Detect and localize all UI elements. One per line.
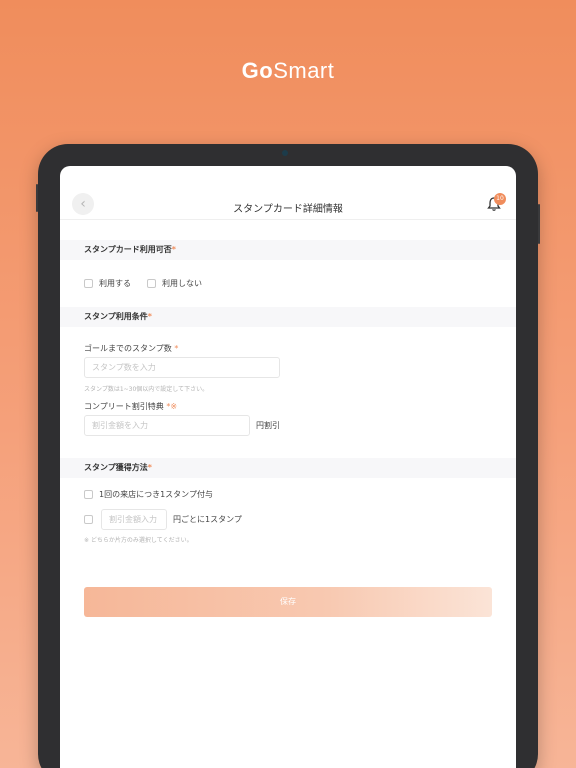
goal-stamp-label: ゴールまでのスタンプ数 * [84, 343, 516, 354]
tablet-volume-button [36, 184, 38, 212]
save-button[interactable]: 保存 [84, 587, 492, 617]
usage-conditions-body: ゴールまでのスタンプ数 * スタンプ数を入力 スタンプ数は1~30個以内で設定し… [60, 327, 516, 436]
gosmart-logo: GoSmart [0, 58, 576, 84]
required-mark: * [174, 344, 179, 353]
checkbox[interactable] [84, 490, 93, 499]
tablet-frame: ‹ スタンプカード詳細情報 10 スタンプカード利用可否* 利用する 利用しない [36, 144, 540, 768]
page-title: スタンプカード詳細情報 [233, 204, 343, 215]
app-screen: ‹ スタンプカード詳細情報 10 スタンプカード利用可否* 利用する 利用しない [60, 166, 516, 768]
option-label: 利用しない [162, 279, 202, 288]
section-heading: スタンプカード利用可否 [84, 245, 172, 254]
complete-discount-label: コンプリート割引特典 *※ [84, 401, 516, 412]
required-mark: *※ [166, 402, 178, 411]
goal-stamp-input[interactable]: スタンプ数を入力 [84, 357, 280, 378]
usage-options: 利用する 利用しない [60, 260, 516, 307]
goal-stamp-label-text: ゴールまでのスタンプ数 [84, 344, 172, 353]
option-not-use[interactable]: 利用しない [147, 278, 202, 289]
section-heading: スタンプ獲得方法 [84, 463, 148, 472]
required-mark: * [147, 463, 152, 472]
required-mark: * [171, 245, 176, 254]
option-per-amount[interactable]: 割引金額入力 円ごとに1スタンプ [84, 509, 516, 530]
acquisition-hint: ※ どちらか片方のみ選択してください。 [84, 537, 193, 544]
app-header: ‹ スタンプカード詳細情報 10 [60, 166, 516, 220]
complete-discount-label-text: コンプリート割引特典 [84, 402, 164, 411]
option-label: 1回の来店につき1スタンプ付与 [99, 490, 213, 499]
stamp-acquisition-body: 1回の来店につき1スタンプ付与 割引金額入力 円ごとに1スタンプ ※ どちらか片… [60, 478, 516, 544]
notification-badge: 10 [494, 193, 506, 205]
tablet-power-button [538, 204, 540, 244]
option-label: 利用する [99, 279, 131, 288]
section-heading: スタンプ利用条件 [84, 312, 148, 321]
goal-stamp-hint: スタンプ数は1~30個以内で設定して下さい。 [84, 386, 209, 393]
checkbox[interactable] [147, 279, 156, 288]
section-usage-availability: スタンプカード利用可否* [60, 240, 516, 260]
section-usage-conditions: スタンプ利用条件* [60, 307, 516, 327]
discount-unit: 円割引 [256, 421, 280, 430]
logo-go: Go [241, 58, 274, 83]
section-stamp-acquisition: スタンプ獲得方法* [60, 458, 516, 478]
checkbox[interactable] [84, 515, 93, 524]
discount-amount-input[interactable]: 割引金額を入力 [84, 415, 250, 436]
checkbox[interactable] [84, 279, 93, 288]
logo-smart: Smart [273, 58, 335, 83]
option-per-visit[interactable]: 1回の来店につき1スタンプ付与 [84, 489, 516, 500]
camera-icon [282, 150, 288, 156]
amount-per-stamp-unit: 円ごとに1スタンプ [173, 515, 242, 524]
required-mark: * [147, 312, 152, 321]
amount-per-stamp-input[interactable]: 割引金額入力 [101, 509, 167, 530]
complete-discount-row: 割引金額を入力 円割引 [84, 415, 516, 436]
option-use[interactable]: 利用する [84, 278, 131, 289]
